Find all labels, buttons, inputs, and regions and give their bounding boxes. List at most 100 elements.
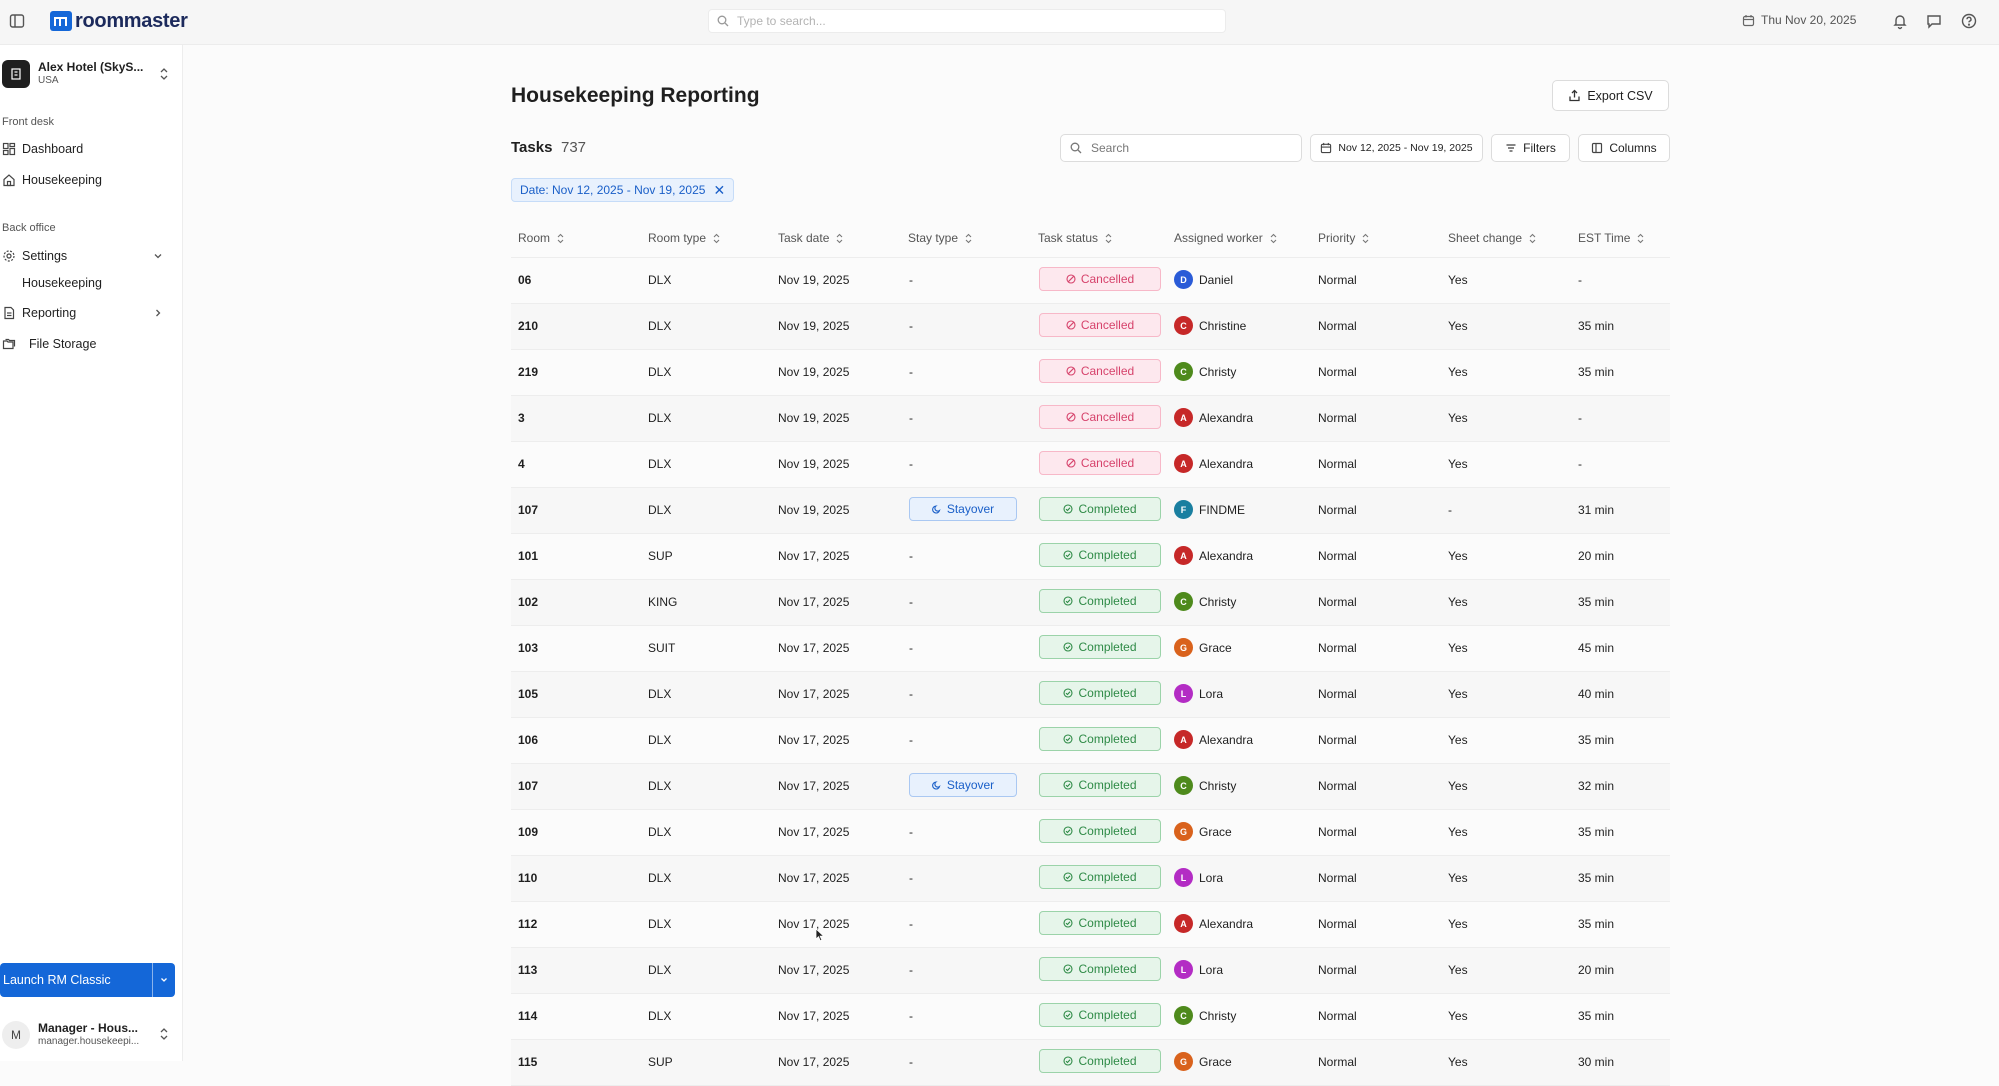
column-header[interactable]: EST Time xyxy=(1578,231,1645,245)
table-row[interactable]: 109 DLX Nov 17, 2025 - Completed G Grace Normal… xyxy=(511,810,1670,856)
sheet-change-cell: Yes xyxy=(1448,825,1468,839)
table-row[interactable]: 110 DLX Nov 17, 2025 - Completed L Lora Normal Y… xyxy=(511,856,1670,902)
dashboard-icon xyxy=(2,142,16,156)
sidebar-item-housekeeping[interactable]: Housekeeping xyxy=(2,169,178,191)
launch-options-toggle[interactable] xyxy=(152,963,175,997)
columns-label: Columns xyxy=(1609,141,1657,155)
table-search[interactable] xyxy=(1060,134,1302,162)
brand-logo[interactable]: roommaster xyxy=(50,9,188,33)
stay-type-cell: - xyxy=(909,595,913,609)
user-menu[interactable]: M Manager - Hous... manager.housekeepi..… xyxy=(2,1017,178,1053)
gear-icon xyxy=(3,250,15,262)
status-label: Completed xyxy=(1078,778,1137,792)
column-header[interactable]: Room type xyxy=(648,231,721,245)
task-date-cell: Nov 17, 2025 xyxy=(778,687,850,701)
sidebar-item-settings[interactable]: Settings xyxy=(2,245,178,267)
table-row[interactable]: 114 DLX Nov 17, 2025 - Completed C Christy Norm… xyxy=(511,994,1670,1040)
worker-name: Alexandra xyxy=(1199,916,1254,931)
column-header[interactable]: Task date xyxy=(778,231,844,245)
launch-rm-classic-label[interactable]: Launch RM Classic xyxy=(0,973,152,987)
message-icon[interactable] xyxy=(1925,12,1943,30)
tasks-count: 737 xyxy=(561,139,587,156)
column-header-label: Assigned worker xyxy=(1174,231,1263,245)
close-icon[interactable]: ✕ xyxy=(713,183,725,197)
bell-icon[interactable] xyxy=(1891,12,1909,30)
stay-type-cell: - xyxy=(909,1055,913,1069)
help-icon[interactable] xyxy=(1960,12,1978,30)
sheet-change-cell: Yes xyxy=(1448,457,1468,471)
current-date[interactable]: Thu Nov 20, 2025 xyxy=(1742,13,1856,27)
status-label: Cancelled xyxy=(1080,410,1135,424)
table-row[interactable]: 112 DLX Nov 17, 2025 - Completed A Alexandra No… xyxy=(511,902,1670,948)
table-row[interactable]: 105 DLX Nov 17, 2025 - Completed L Lora Normal Y… xyxy=(511,672,1670,718)
export-csv-button[interactable]: Export CSV xyxy=(1552,80,1669,111)
cancel-icon xyxy=(1066,412,1076,422)
est-time-cell: 35 min xyxy=(1578,319,1615,333)
sheet-change-cell: Yes xyxy=(1448,1009,1468,1023)
table-row[interactable]: 102 KING Nov 17, 2025 - Completed C Christy Nor… xyxy=(511,580,1670,626)
stay-type-cell: - xyxy=(909,871,913,885)
priority-cell: Normal xyxy=(1318,365,1357,379)
check-circle-icon xyxy=(1063,550,1074,560)
room-type-cell: SUP xyxy=(648,549,673,563)
chevron-right-icon xyxy=(156,309,161,317)
column-header[interactable]: Sheet change xyxy=(1448,231,1537,245)
columns-button[interactable]: Columns xyxy=(1578,134,1670,162)
table-row[interactable]: 06 DLX Nov 19, 2025 - Cancelled D Daniel Normal… xyxy=(511,258,1670,304)
table-row[interactable]: 106 DLX Nov 17, 2025 - Completed A Alexandra No… xyxy=(511,718,1670,764)
worker-name: Grace xyxy=(1199,824,1232,839)
column-header[interactable]: Stay type xyxy=(908,231,973,245)
sort-icon xyxy=(965,233,972,243)
room-cell: 112 xyxy=(518,917,538,931)
column-header[interactable]: Room xyxy=(518,231,565,245)
assigned-worker: A Alexandra xyxy=(1174,730,1253,749)
table-row[interactable]: 107 DLX Nov 19, 2025 Stayover Completed F FIND… xyxy=(511,488,1670,534)
avatar: A xyxy=(1174,546,1193,565)
table-row[interactable]: 219 DLX Nov 19, 2025 - Cancelled C Christy Norm… xyxy=(511,350,1670,396)
table-row[interactable]: 101 SUP Nov 17, 2025 - Completed A Alexandra No… xyxy=(511,534,1670,580)
table-row[interactable]: 210 DLX Nov 19, 2025 - Cancelled C Christine No… xyxy=(511,304,1670,350)
table-row[interactable]: 3 DLX Nov 19, 2025 - Cancelled A Alexandra Norm… xyxy=(511,396,1670,442)
back-office-label: Back office xyxy=(2,222,56,234)
sidebar-item-reporting[interactable]: Reporting xyxy=(2,302,178,324)
sidebar-toggle-icon[interactable] xyxy=(8,12,26,30)
sheet-change-cell: Yes xyxy=(1448,733,1468,747)
column-header-label: Room type xyxy=(648,231,707,245)
date-range-picker[interactable]: Nov 12, 2025 - Nov 19, 2025 xyxy=(1310,134,1483,162)
columns-icon xyxy=(1592,142,1603,154)
room-type-cell: DLX xyxy=(648,779,672,793)
avatar: A xyxy=(1174,730,1193,749)
check-circle-icon xyxy=(1063,596,1074,606)
stay-type-cell: - xyxy=(909,457,913,471)
table-row[interactable]: 115 SUP Nov 17, 2025 - Completed G Grace Normal… xyxy=(511,1040,1670,1086)
sidebar-subitem-housekeeping[interactable]: Housekeeping xyxy=(22,276,102,290)
column-header-label: Sheet change xyxy=(1448,231,1523,245)
avatar: F xyxy=(1174,500,1193,519)
table-row[interactable]: 113 DLX Nov 17, 2025 - Completed L Lora Normal Y… xyxy=(511,948,1670,994)
est-time-cell: 35 min xyxy=(1578,365,1615,379)
status-label: Completed xyxy=(1078,870,1137,884)
hotel-switcher[interactable]: Alex Hotel (SkyS... USA xyxy=(2,57,178,91)
priority-cell: Normal xyxy=(1318,779,1357,793)
table-row[interactable]: 103 SUIT Nov 17, 2025 - Completed G Grace Norma… xyxy=(511,626,1670,672)
table-search-input[interactable] xyxy=(1089,140,1283,156)
status-label: Completed xyxy=(1078,732,1137,746)
stay-type-cell: - xyxy=(909,365,913,379)
avatar: L xyxy=(1174,684,1193,703)
stay-type-cell: - xyxy=(909,733,913,747)
launch-rm-classic-button[interactable]: Launch RM Classic xyxy=(0,963,175,997)
column-header[interactable]: Assigned worker xyxy=(1174,231,1278,245)
global-search-input[interactable] xyxy=(735,13,1219,29)
global-search[interactable] xyxy=(708,9,1226,33)
worker-name: Lora xyxy=(1199,870,1224,885)
task-date-cell: Nov 17, 2025 xyxy=(778,779,850,793)
column-header[interactable]: Priority xyxy=(1318,231,1370,245)
table-row[interactable]: 107 DLX Nov 17, 2025 Stayover Completed C Chri… xyxy=(511,764,1670,810)
sidebar-item-file-storage[interactable]: File Storage xyxy=(2,333,178,355)
filters-button[interactable]: Filters xyxy=(1491,134,1570,162)
room-cell: 103 xyxy=(518,641,539,655)
table-row[interactable]: 4 DLX Nov 19, 2025 - Cancelled A Alexandra Norm… xyxy=(511,442,1670,488)
column-header[interactable]: Task status xyxy=(1038,231,1113,245)
sidebar-item-dashboard[interactable]: Dashboard xyxy=(2,138,178,160)
status-label: Completed xyxy=(1078,686,1137,700)
